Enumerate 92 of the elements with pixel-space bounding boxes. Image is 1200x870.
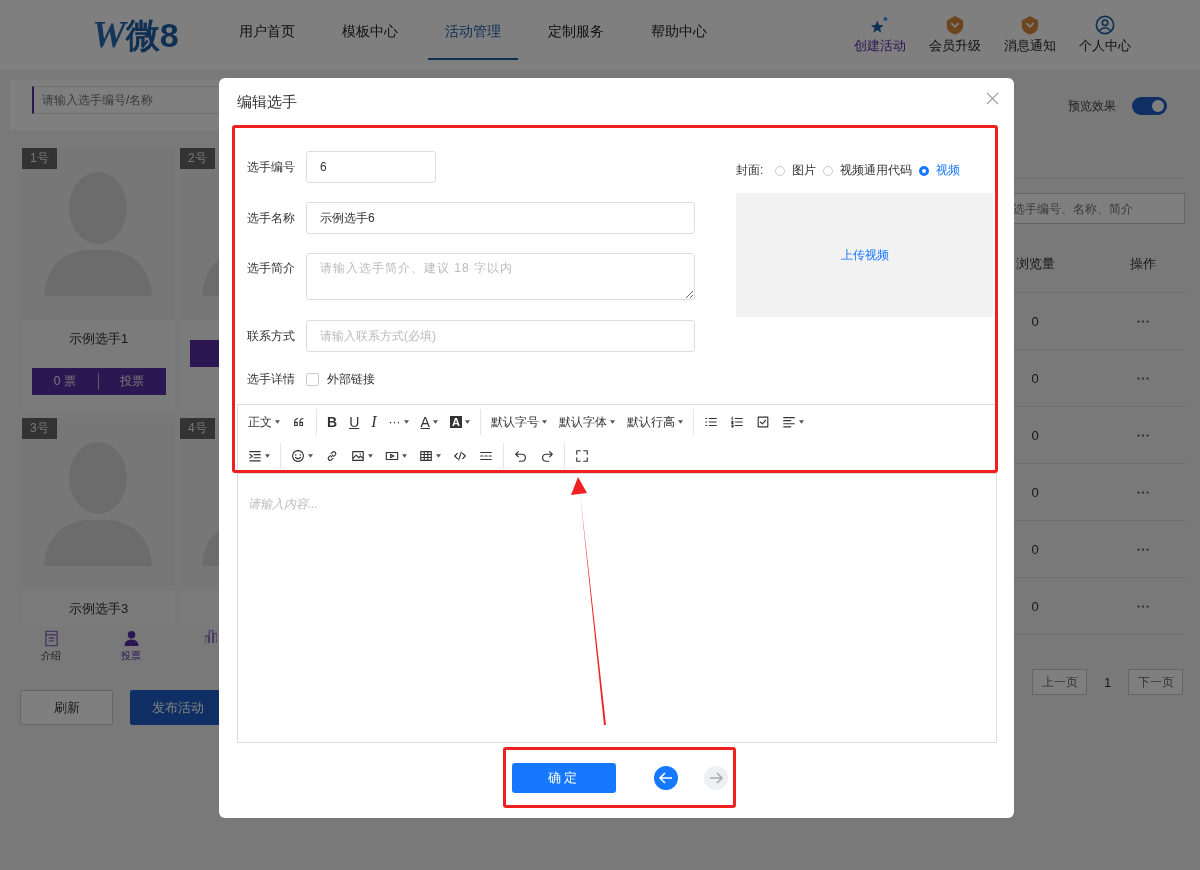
table-cell-text: 0 <box>1030 541 1040 557</box>
user-icon <box>1093 15 1116 35</box>
field-label: 选手详情 <box>247 371 296 388</box>
contestant-name: 示例选手3 <box>68 600 129 618</box>
radio-label: 视频通用代码 <box>840 162 913 179</box>
column-header: 浏览量 <box>1014 255 1056 273</box>
header-action[interactable]: 个人中心 <box>1067 15 1142 55</box>
indent-icon <box>248 449 262 463</box>
nav-tab[interactable]: 模板中心 <box>325 0 415 60</box>
vote-button[interactable]: 投票 <box>99 373 166 390</box>
bg-color-button[interactable]: A <box>443 409 476 435</box>
left-arrow-icon <box>657 770 674 786</box>
page-number[interactable]: 1 <box>1087 674 1128 690</box>
video-icon <box>385 449 399 463</box>
nav-tab[interactable]: 用户首页 <box>222 0 312 60</box>
chart-icon <box>205 630 217 643</box>
more-button[interactable]: ··· <box>382 409 415 435</box>
align-icon <box>781 415 796 429</box>
numbered-list-icon <box>729 415 744 429</box>
vote-count: 0 票 <box>31 373 99 390</box>
heading-button[interactable]: 正文 <box>242 409 286 435</box>
more-icon[interactable] <box>1136 547 1149 551</box>
nav-tab[interactable]: 帮助中心 <box>634 0 724 60</box>
upload-link[interactable]: 上传视频 <box>840 246 889 264</box>
radio-label: 视频 <box>936 162 961 179</box>
refresh-button[interactable]: 刷新 <box>20 690 113 725</box>
next-page-button[interactable]: 下一页 <box>1128 669 1183 695</box>
italic-button[interactable]: I <box>365 409 383 435</box>
cover-label: 封面: <box>736 162 764 179</box>
input-field[interactable]: 请输入联系方式(必填) <box>306 320 695 352</box>
bottom-tab[interactable]: 投票 <box>91 630 171 663</box>
table-cell-text: 0 <box>1030 427 1040 443</box>
font-color-button[interactable]: A <box>414 409 444 435</box>
redo-icon <box>540 449 554 463</box>
dropdown-button[interactable]: 默认字号 <box>484 409 553 435</box>
more-icon[interactable] <box>1136 490 1149 494</box>
more-icon[interactable] <box>1136 433 1149 437</box>
column-header: 操作 <box>1128 255 1157 273</box>
more-icon[interactable] <box>1136 319 1149 323</box>
preview-toggle[interactable] <box>1132 97 1167 115</box>
code-icon <box>453 449 467 463</box>
table-cell-text: 0 <box>1030 484 1040 500</box>
upload-area[interactable]: 上传视频 <box>736 193 993 317</box>
underline-button[interactable]: U <box>343 409 366 435</box>
editor-placeholder: 请输入内容... <box>248 497 318 511</box>
more-icon[interactable] <box>1136 376 1149 380</box>
previous-button[interactable] <box>653 766 678 790</box>
header-action[interactable]: 创建活动 <box>842 15 917 55</box>
image-icon <box>351 449 365 463</box>
dialog-title: 编辑选手 <box>237 92 297 112</box>
document-icon <box>42 630 60 647</box>
dropdown-button[interactable]: 默认行高 <box>620 409 689 435</box>
stars-icon <box>868 15 891 35</box>
text-area[interactable]: 请输入选手简介、建议 18 字以内 <box>306 253 695 300</box>
confirm-button[interactable]: 确定 <box>511 763 616 793</box>
more-icon[interactable] <box>1136 604 1149 608</box>
field-label: 选手编号 <box>247 158 296 176</box>
close-icon[interactable] <box>986 91 999 105</box>
radio-button[interactable] <box>919 165 930 176</box>
checkbox[interactable] <box>306 373 319 386</box>
vote-bar[interactable]: 0 票 投票 <box>31 368 166 395</box>
table-cell-text: 0 <box>1030 598 1040 614</box>
table-cell-text: 0 <box>1030 370 1040 386</box>
dropdown-button[interactable]: 默认字体 <box>552 409 621 435</box>
bold-button[interactable]: B <box>321 409 344 435</box>
emoji-icon <box>291 449 305 463</box>
field-label: 选手名称 <box>247 209 296 227</box>
header-action[interactable]: 会员升级 <box>917 15 992 55</box>
field-label: 联系方式 <box>247 327 296 345</box>
input-field[interactable]: 示例选手6 <box>306 202 695 234</box>
user-icon <box>122 630 140 647</box>
right-arrow-icon <box>707 770 724 786</box>
nav-tab[interactable]: 定制服务 <box>531 0 621 60</box>
table-cell-text: 0 <box>1030 313 1040 329</box>
checkbox-label: 外部链接 <box>327 371 375 388</box>
radio-label: 图片 <box>792 162 817 179</box>
divider-icon <box>479 449 493 463</box>
contestant-name: 示例选手1 <box>68 330 129 348</box>
bottom-tab[interactable]: 介绍 <box>11 630 91 663</box>
fullscreen-icon <box>575 449 589 463</box>
field-label: 选手简介 <box>247 260 296 277</box>
table-icon <box>419 449 433 463</box>
quote-icon <box>292 415 306 429</box>
bullet-list-icon <box>703 415 718 429</box>
input-field[interactable]: 6 <box>306 151 436 183</box>
header-action[interactable]: 消息通知 <box>992 15 1067 55</box>
link-icon <box>325 449 339 463</box>
todo-icon <box>755 415 770 429</box>
nav-tab[interactable]: 活动管理 <box>428 0 518 60</box>
undo-icon <box>514 449 528 463</box>
preview-label: 预览效果 <box>1068 97 1116 115</box>
logo[interactable]: W微8 <box>92 11 222 59</box>
